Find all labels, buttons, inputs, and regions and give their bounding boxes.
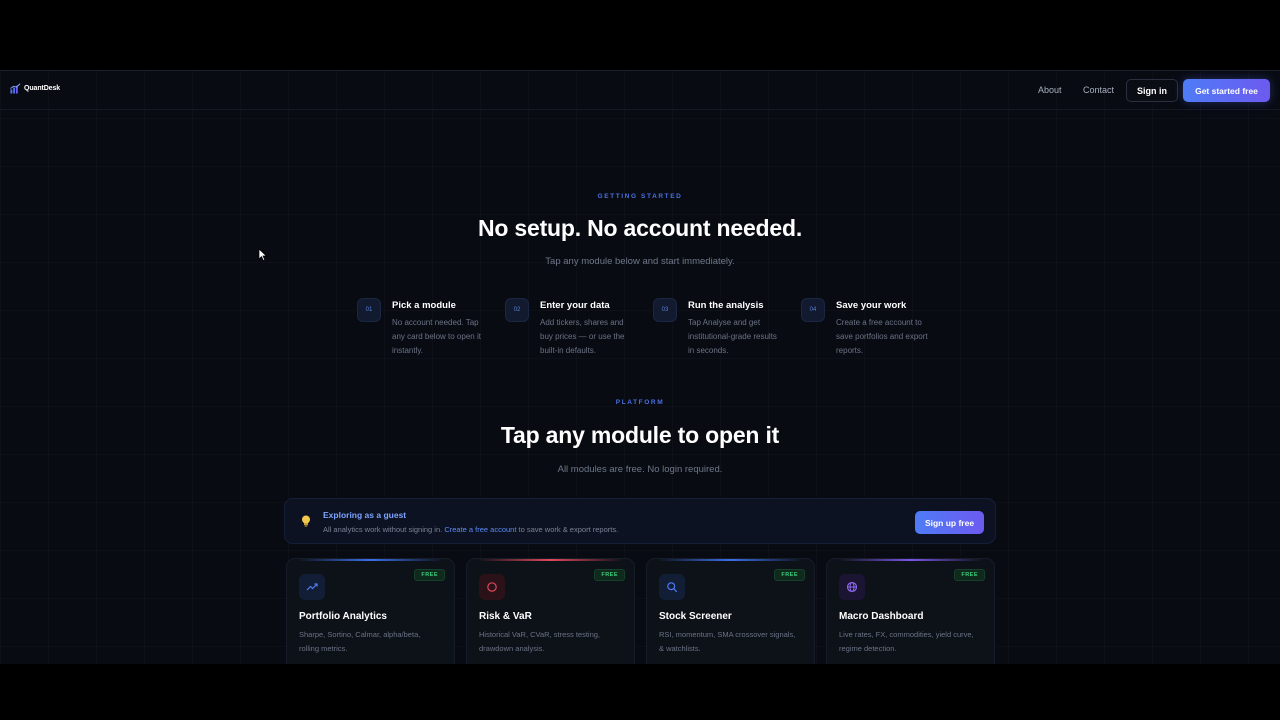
platform-title: Tap any module to open it [500,422,780,448]
step-description: Add tickers, shares and buy prices — or … [540,318,625,355]
letterbox-bottom [0,664,1280,720]
sign-in-button[interactable]: Sign in [1126,79,1178,102]
get-started-button[interactable]: Get started free [1183,79,1270,102]
card-title: Portfolio Analytics [299,611,387,622]
free-badge: FREE [954,569,985,581]
step-number: 02 [505,298,529,322]
card-description: Sharpe, Sortino, Calmar, alpha/beta, rol… [299,630,421,653]
sign-up-free-button[interactable]: Sign up free [915,511,984,534]
page-viewport: QuantDesk About Contact Sign in Get star… [0,70,1280,664]
guest-banner-text: All analytics work without signing in. C… [323,525,618,534]
getting-started-title: No setup. No account needed. [477,215,803,241]
card-title: Macro Dashboard [839,611,924,622]
brand-name: QuantDesk [24,85,61,92]
step-number: 01 [357,298,381,322]
card-icon-box [839,574,865,600]
step-title: Run the analysis [688,300,764,311]
step-description: No account needed. Tap any card below to… [392,318,481,355]
card-accent-bar [837,559,984,561]
nav-link-about[interactable]: About [1038,85,1062,95]
module-card-portfolio-analytics[interactable]: FREE Portfolio Analytics Sharpe, Sortino… [286,558,455,664]
top-navbar: QuantDesk About Contact Sign in Get star… [0,70,1280,110]
globe-icon [846,581,858,593]
card-accent-bar [477,559,624,561]
step-number: 03 [653,298,677,322]
getting-started-eyebrow: GETTING STARTED [597,193,683,200]
free-badge: FREE [594,569,625,581]
card-description: Historical VaR, CVaR, stress testing, dr… [479,630,601,653]
card-icon-box [479,574,505,600]
guest-banner-text-after: to save work & export reports. [516,525,619,534]
card-description: Live rates, FX, commodities, yield curve… [839,630,974,653]
create-account-link[interactable]: Create a free account [444,525,516,534]
guest-banner: Exploring as a guest All analytics work … [284,498,996,544]
card-title: Risk & VaR [479,611,532,622]
module-card-risk-var[interactable]: FREE Risk & VaR Historical VaR, CVaR, st… [466,558,635,664]
mouse-cursor-icon [258,248,268,262]
card-accent-bar [657,559,804,561]
module-card-macro-dashboard[interactable]: FREE Macro Dashboard Live rates, FX, com… [826,558,995,664]
guest-banner-title: Exploring as a guest [323,510,407,520]
risk-circle-icon [487,582,497,592]
nav-link-contact[interactable]: Contact [1083,85,1114,95]
getting-started-subtitle: Tap any module below and start immediate… [545,256,735,267]
platform-eyebrow: PLATFORM [615,399,665,406]
letterbox-top [0,0,1280,70]
lightbulb-icon [302,515,310,527]
step-description: Create a free account to save portfolios… [836,318,928,355]
card-title: Stock Screener [659,611,732,622]
card-accent-bar [297,559,444,561]
platform-subtitle: All modules are free. No login required. [557,464,723,475]
step-description: Tap Analyse and get institutional-grade … [688,318,777,355]
step-title: Pick a module [392,300,456,311]
brand-logo[interactable]: QuantDesk [10,83,60,94]
bar-chart-logo-icon [10,83,21,94]
free-badge: FREE [414,569,445,581]
card-icon-box [299,574,325,600]
card-description: RSI, momentum, SMA crossover signals, & … [659,630,796,653]
module-card-stock-screener[interactable]: FREE Stock Screener RSI, momentum, SMA c… [646,558,815,664]
search-icon [667,582,678,593]
step-number: 04 [801,298,825,322]
guest-banner-text-before: All analytics work without signing in. [323,525,445,534]
card-icon-box [659,574,685,600]
trend-icon [306,583,318,591]
step-title: Enter your data [540,300,610,311]
step-title: Save your work [836,300,907,311]
free-badge: FREE [774,569,805,581]
